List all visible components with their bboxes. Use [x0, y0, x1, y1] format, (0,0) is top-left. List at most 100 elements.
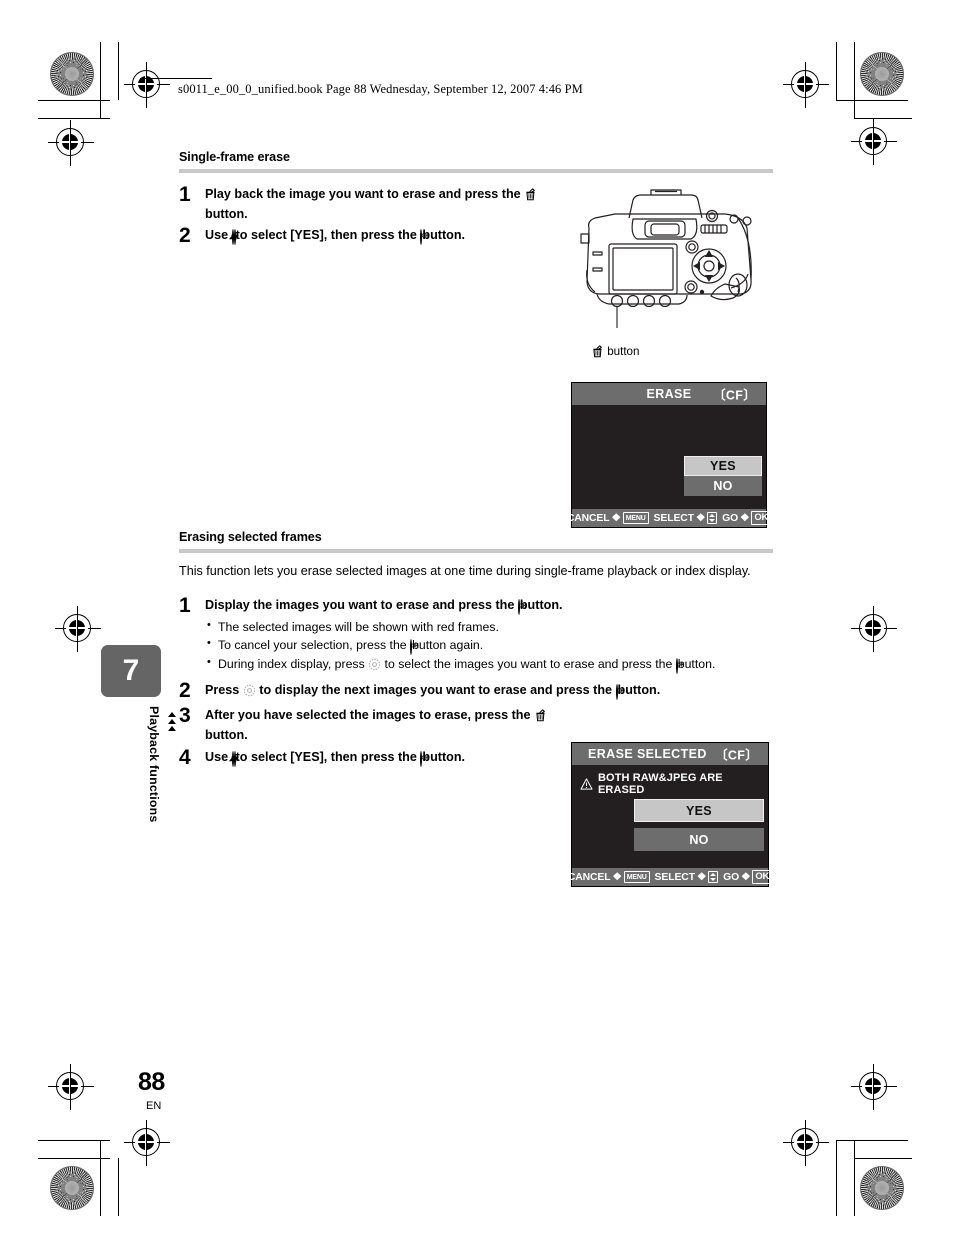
trash-erase-icon	[534, 709, 547, 727]
lcd-title-bar: ERASE 〔CF〕	[572, 383, 766, 405]
page-number: 88	[138, 1068, 165, 1096]
bar-go[interactable]: GO ❖ OK	[723, 870, 773, 884]
ok-chip-icon: OK	[751, 511, 772, 525]
bar-select-label: SELECT	[654, 871, 695, 883]
registration-mark-middle-left	[55, 606, 101, 652]
step-text-part: to display the next images you want to e…	[255, 683, 616, 698]
print-starburst-top-left	[50, 52, 94, 96]
section-rule	[179, 549, 773, 554]
ok-button-icon	[517, 599, 520, 616]
book-header-line: s0011_e_00_0_unified.book Page 88 Wednes…	[178, 82, 583, 96]
step-number: 4	[179, 745, 191, 769]
lcd-screen-erase: ERASE 〔CF〕 YES NO CANCEL ❖ MENU SELECT ❖ GO…	[567, 382, 772, 528]
bar-select[interactable]: SELECT ❖	[654, 512, 718, 524]
print-starburst-bottom-right	[860, 1166, 904, 1210]
bar-cancel[interactable]: CANCEL ❖ MENU	[568, 871, 650, 883]
bullet-list: The selected images will be shown with r…	[205, 618, 779, 676]
ok-button-icon	[675, 657, 678, 674]
bar-cancel-label: CANCEL	[567, 871, 611, 883]
registration-mark-bottom-right	[783, 1120, 829, 1166]
warning-triangle-icon	[580, 778, 593, 790]
camera-caption-text: button	[604, 345, 640, 358]
lcd-choice-group: YES NO	[634, 799, 764, 851]
arrow-right-icon: ❖	[741, 872, 751, 883]
header-underline	[140, 78, 212, 80]
step-item: 3 After you have selected the images to …	[179, 704, 779, 743]
arrow-pad-icon	[368, 658, 381, 676]
print-starburst-bottom-left	[50, 1166, 94, 1210]
bar-go[interactable]: GO ❖ OK	[722, 511, 772, 525]
crop-mark-br-v2	[854, 1140, 856, 1216]
section-heading-erasing-selected-frames: Erasing selected frames	[179, 530, 322, 545]
step-item: 1 Display the images you want to erase a…	[179, 594, 779, 616]
step-number: 1	[179, 594, 191, 618]
ok-button-icon	[615, 684, 618, 701]
camera-illustration-block: button	[575, 188, 775, 361]
crop-mark-tr-h2	[854, 118, 912, 120]
step-text: Use to select [YES], then press the butt…	[205, 224, 553, 246]
crop-mark-tr-v1	[836, 42, 838, 100]
menu-chip-icon: MENU	[623, 871, 650, 883]
lcd-warning-text: BOTH RAW&JPEG ARE ERASED	[598, 772, 723, 796]
step-text: Press to display the next images you wan…	[205, 679, 775, 702]
ok-chip-icon: OK	[752, 870, 773, 884]
step-text: Use to select [YES], then press the butt…	[205, 746, 553, 768]
menu-chip-icon: MENU	[622, 512, 649, 524]
arrow-right-icon: ❖	[695, 513, 706, 524]
crop-mark-bl-v1	[100, 1140, 102, 1216]
bar-cancel-label: CANCEL	[566, 512, 610, 524]
registration-mark-top-right	[783, 62, 829, 108]
down-arrow-dial-icon	[233, 229, 236, 246]
step-text-part: Use	[205, 228, 232, 243]
step-item: 2 Press to display the next images you w…	[179, 679, 779, 702]
registration-mark-middle-right	[851, 606, 897, 652]
section-rule	[179, 169, 773, 173]
step-number: 3	[179, 704, 191, 728]
lcd-choice-no[interactable]: NO	[634, 828, 764, 851]
cf-media-badge: 〔CF〕	[715, 748, 758, 763]
step-number: 2	[179, 224, 191, 248]
camera-back-illustration	[580, 189, 752, 328]
registration-mark-top-left	[124, 62, 170, 108]
list-item: To cancel your selection, press the butt…	[205, 636, 766, 656]
updown-chip-icon	[707, 512, 718, 524]
step-text: After you have selected the images to er…	[205, 704, 553, 743]
step-text-part: After you have selected the images to er…	[205, 708, 534, 723]
print-starburst-top-right	[860, 52, 904, 96]
section-intro-text: This function lets you erase selected im…	[179, 564, 751, 579]
trash-erase-icon	[524, 188, 537, 206]
registration-mark-top-left-lower	[48, 120, 94, 166]
camera-caption: button	[591, 345, 775, 361]
ok-button-icon	[410, 638, 413, 655]
lcd-choice-yes[interactable]: YES	[634, 799, 764, 822]
lcd-bottom-bar: CANCEL ❖ MENU SELECT ❖ GO ❖ OK	[567, 509, 772, 527]
step-text-part: Use	[205, 749, 232, 764]
chapter-side-arrows	[168, 712, 176, 733]
bar-go-label: GO	[722, 512, 739, 524]
crop-mark-tr-h1	[836, 100, 908, 102]
updown-chip-icon	[708, 871, 719, 883]
arrow-pad-icon	[243, 684, 256, 702]
bar-select[interactable]: SELECT ❖	[655, 871, 719, 883]
registration-mark-bottom-left-upper	[48, 1064, 94, 1110]
down-arrow-dial-icon	[233, 750, 236, 767]
lcd-choice-yes[interactable]: YES	[684, 456, 762, 476]
lcd-title-bar: ERASE SELECTED 〔CF〕	[572, 743, 768, 765]
chapter-label: Playback functions	[147, 706, 161, 823]
chapter-number-tab: 7	[101, 645, 161, 697]
crop-mark-br-v1	[836, 1140, 838, 1216]
crop-mark-br-h1	[836, 1140, 908, 1142]
step-text-part: button.	[205, 727, 248, 742]
step-number: 1	[179, 183, 191, 206]
list-item: During index display, press to select th…	[205, 655, 766, 676]
bar-cancel[interactable]: CANCEL ❖ MENU	[567, 512, 649, 524]
registration-mark-top-right-lower	[851, 119, 897, 165]
crop-mark-bl-v2	[118, 1158, 120, 1216]
bullet-text-part: To cancel your selection, press the	[218, 637, 411, 652]
cf-media-badge: 〔CF〕	[713, 388, 756, 403]
arrow-right-icon: ❖	[740, 513, 750, 524]
bar-go-label: GO	[723, 871, 740, 883]
bar-select-label: SELECT	[653, 512, 694, 524]
arrow-right-icon: ❖	[696, 872, 707, 883]
lcd-choice-no[interactable]: NO	[684, 476, 762, 496]
